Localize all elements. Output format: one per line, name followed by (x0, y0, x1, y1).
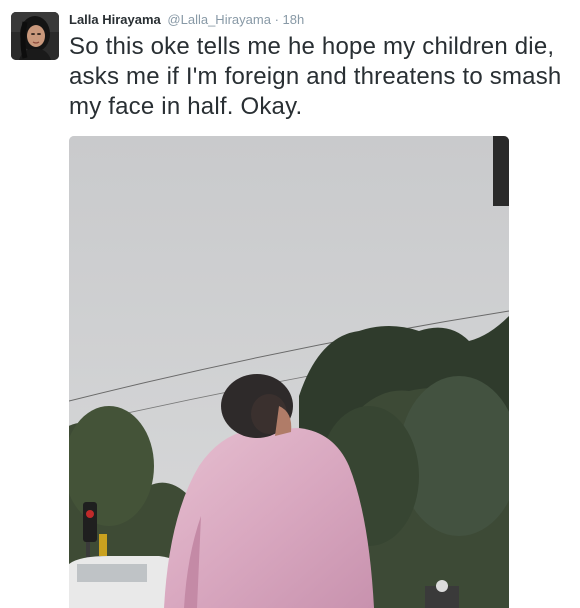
avatar[interactable] (11, 12, 59, 60)
separator-dot: · (274, 12, 279, 27)
tweet-media[interactable] (69, 136, 509, 608)
photo-image (69, 136, 509, 608)
avatar-photo (11, 12, 59, 60)
tweet-card: Lalla Hirayama @Lalla_Hirayama · 18h So … (0, 0, 580, 608)
tweet-text: So this oke tells me he hope my children… (69, 33, 562, 120)
tweet-header: Lalla Hirayama @Lalla_Hirayama · 18h (69, 12, 304, 28)
timestamp[interactable]: 18h (283, 12, 305, 27)
display-name[interactable]: Lalla Hirayama (69, 12, 161, 27)
user-handle[interactable]: @Lalla_Hirayama (167, 12, 271, 27)
